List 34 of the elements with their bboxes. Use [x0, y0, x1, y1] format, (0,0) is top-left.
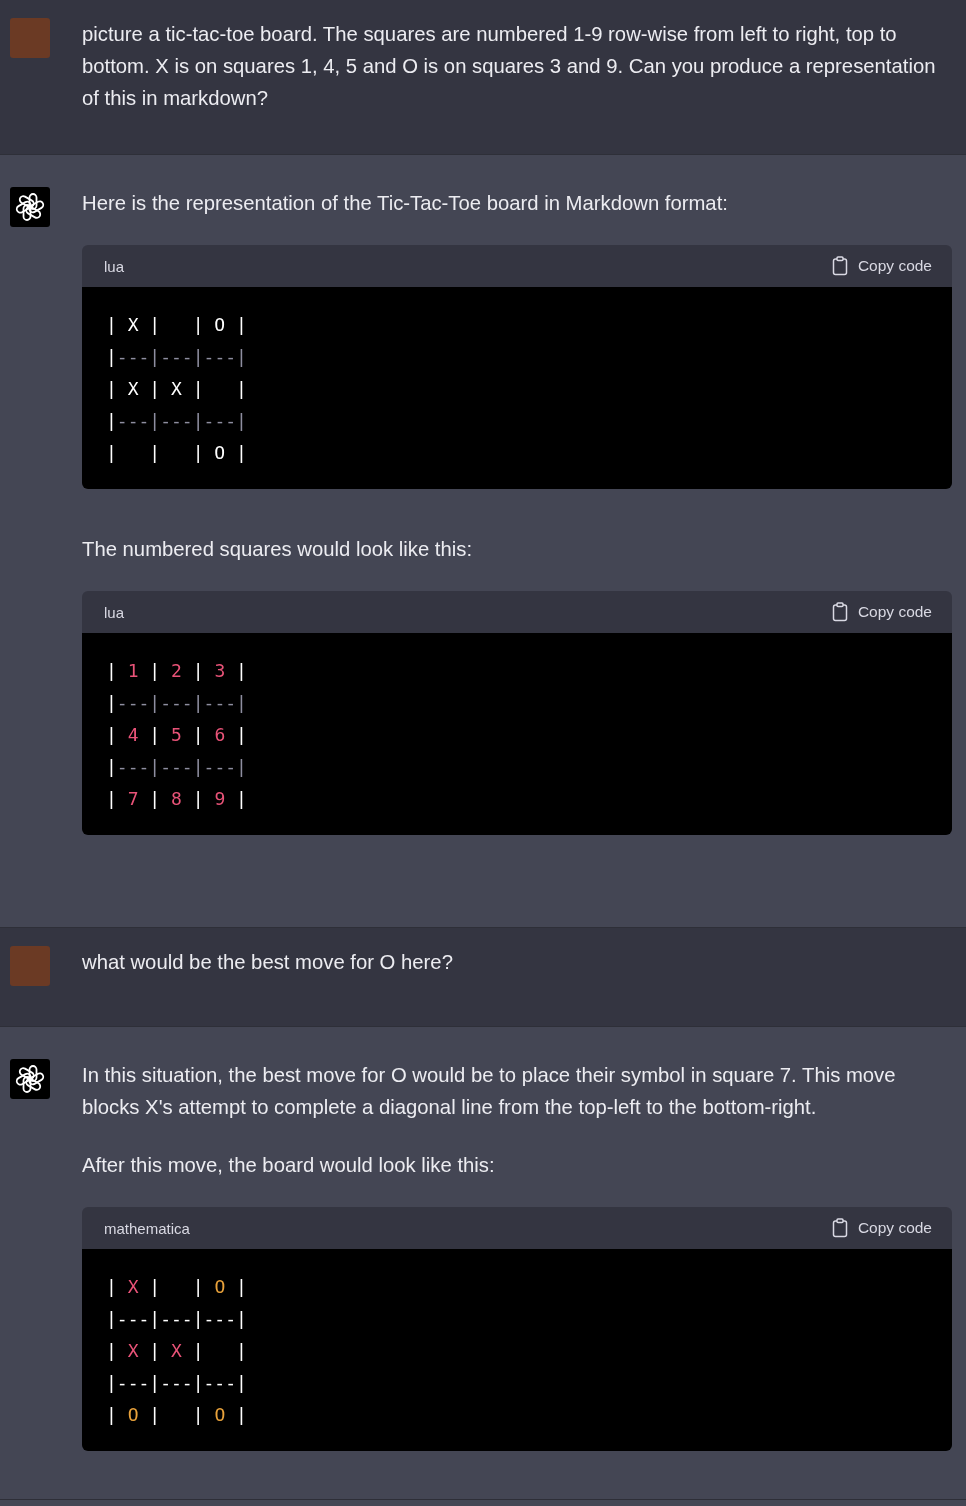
code-language-label: lua	[104, 257, 125, 275]
code-line: |---|---|---|	[106, 755, 247, 779]
code-line: | X | X | |	[106, 1339, 247, 1363]
code-line: |---|---|---|	[106, 345, 247, 369]
code-line: | X | | O |	[106, 313, 247, 337]
message-text: After this move, the board would look like this:	[82, 1153, 496, 1178]
message-text: The numbered squares would look like this:	[82, 537, 474, 562]
code-line: |---|---|---|	[106, 1307, 247, 1331]
code-line: |---|---|---|	[106, 691, 247, 715]
code-line: | 4 | 5 | 6 |	[106, 723, 247, 747]
code-line: | O | | O |	[106, 1403, 247, 1427]
clipboard-icon	[831, 256, 848, 276]
message-text: what would be the best move for O here?	[82, 950, 454, 975]
avatar-photo-placeholder	[10, 946, 50, 986]
copy-code-button[interactable]: Copy code	[831, 256, 932, 276]
copy-code-button[interactable]: Copy code	[831, 1218, 932, 1238]
code-line: | 1 | 2 | 3 |	[106, 659, 247, 683]
code-line: |---|---|---|	[106, 409, 247, 433]
code-line: |---|---|---|	[106, 1371, 247, 1395]
clipboard-icon	[831, 1218, 848, 1238]
code-line: | | | O |	[106, 441, 247, 465]
code-language-label: mathematica	[104, 1219, 190, 1237]
code-line: | X | | O |	[106, 1275, 247, 1299]
message-text: In this situation, the best move for O would be to place their symbol in square 7. This move blocks X's attempt to complete a diagonal line from the top-left to the bottom-right.	[82, 1063, 897, 1120]
message-text: Here is the representation of the Tic-Tac-Toe board in Markdown format:	[82, 191, 729, 216]
avatar-photo-placeholder	[10, 18, 50, 58]
code-line: | 7 | 8 | 9 |	[106, 787, 247, 811]
code-language-label: lua	[104, 603, 125, 621]
clipboard-icon	[831, 602, 848, 622]
code-line: | X | X | |	[106, 377, 247, 401]
copy-code-button[interactable]: Copy code	[831, 602, 932, 622]
message-text: picture a tic-tac-toe board. The squares are numbered 1-9 row-wise from left to right, top to bottom. X is on squares 1, 4, 5 and O is on squares 3 and 9. Can you produce a representation of this in markdown?	[82, 22, 937, 111]
knot-logo-icon	[10, 1059, 50, 1099]
knot-logo-icon	[10, 187, 50, 227]
